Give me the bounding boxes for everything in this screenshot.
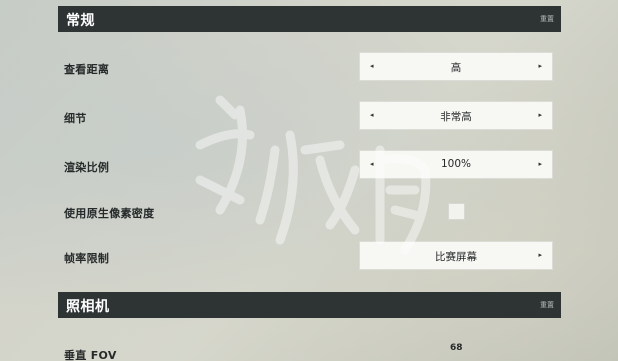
render-scale-label: 渲染比例	[64, 161, 110, 174]
arrow-right-icon[interactable]: ▸	[538, 111, 542, 119]
arrow-right-icon[interactable]: ▸	[538, 62, 542, 70]
arrow-right-icon[interactable]: ▸	[538, 160, 542, 168]
section-title-general: 常规	[66, 13, 95, 29]
section-title-camera: 照相机	[66, 299, 110, 315]
reset-button-general[interactable]: 重置	[540, 14, 554, 24]
view-distance-selector[interactable]: ◂ 高 ▸	[359, 52, 553, 81]
arrow-right-icon[interactable]: ▸	[538, 251, 542, 259]
vertical-fov-value: 68	[450, 343, 463, 353]
frame-rate-limit-label: 帧率限制	[64, 252, 110, 265]
vertical-fov-label: 垂直 FOV	[64, 349, 117, 361]
view-distance-value: 高	[450, 62, 462, 74]
section-header-camera: 照相机 重置	[58, 292, 561, 318]
view-distance-label: 查看距离	[64, 63, 110, 76]
section-header-general: 常规 重置	[58, 6, 561, 32]
watermark-logo	[195, 95, 431, 255]
native-pixel-density-checkbox[interactable]	[448, 203, 465, 220]
detail-label: 细节	[64, 112, 87, 125]
reset-button-camera[interactable]: 重置	[540, 300, 554, 310]
native-pixel-density-label: 使用原生像素密度	[64, 207, 155, 220]
